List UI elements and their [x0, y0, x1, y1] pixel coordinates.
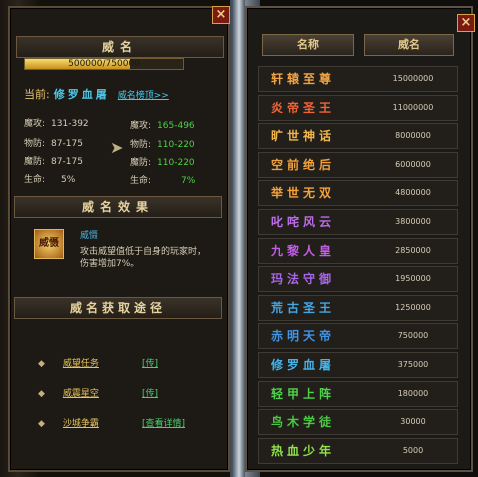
title-score: 2850000 — [395, 245, 431, 255]
title-score: 30000 — [400, 417, 426, 427]
title-score: 180000 — [397, 388, 429, 398]
route-teleport-button[interactable]: [传] — [142, 356, 158, 369]
title-name: 热血少年 — [271, 443, 336, 458]
acquire-title: 威名获取途径 — [14, 297, 222, 319]
close-icon[interactable]: × — [457, 14, 475, 32]
stat-row: 物防: 87-175 — [24, 139, 83, 149]
title-score: 11000000 — [392, 102, 434, 112]
route-link[interactable]: 沙城争霸 — [63, 419, 99, 429]
stat-row: 魔防: 87-175 — [24, 157, 83, 167]
stat-row-next: 魔攻: 165-496 — [130, 121, 195, 131]
title-row[interactable]: 鸟木学徒 30000 — [258, 409, 458, 436]
route-item: ◆ 沙城争霸 [查看详情] — [38, 416, 185, 429]
title-row[interactable]: 轩辕至尊 15000000 — [258, 66, 458, 92]
title-score: 1950000 — [395, 274, 431, 284]
title-name: 轻甲上阵 — [271, 386, 336, 401]
route-detail-button[interactable]: [查看详情] — [142, 416, 185, 429]
title-name: 旷世神话 — [271, 129, 336, 144]
route-item: ◆ 威震星空 [传] — [38, 386, 158, 399]
current-title-line: 当前: 修罗血屠 威名榜顶>> — [24, 86, 169, 102]
title-row[interactable]: 轻甲上阵 180000 — [258, 380, 458, 407]
current-title-name: 修罗血屠 — [53, 88, 110, 101]
title-row[interactable]: 荒古圣王 1250000 — [258, 294, 458, 321]
title-score: 15000000 — [392, 74, 434, 83]
title-row[interactable]: 赤明天帝 750000 — [258, 323, 458, 350]
title-name: 九黎人皇 — [271, 243, 336, 258]
title-score: 8000000 — [395, 131, 431, 141]
title-row[interactable]: 炎帝圣王 11000000 — [258, 94, 458, 121]
title-score: 750000 — [397, 331, 429, 341]
title-row[interactable]: 旷世神话 8000000 — [258, 123, 458, 150]
skill-icon[interactable]: 威慑 — [34, 229, 64, 259]
title-name: 炎帝圣王 — [271, 100, 336, 115]
stat-row-next: 生命: 7% — [130, 176, 196, 186]
progress-text: 500000/750000 — [68, 59, 140, 69]
panel-divider — [233, 0, 245, 477]
route-link[interactable]: 威望任务 — [63, 359, 99, 369]
title-name: 荒古圣王 — [271, 300, 336, 315]
title-name: 轩辕至尊 — [271, 72, 336, 86]
stat-row-next: 物防: 110-220 — [130, 140, 195, 150]
title-name: 空前绝后 — [271, 157, 336, 172]
prestige-title: 威名 — [16, 36, 224, 58]
bullet-icon: ◆ — [38, 359, 45, 369]
stat-row-next: 魔防: 110-220 — [130, 158, 195, 168]
title-name: 鸟木学徒 — [271, 415, 336, 430]
title-row[interactable]: 空前绝后 6000000 — [258, 151, 458, 178]
title-name: 举世无双 — [271, 186, 336, 201]
title-name: 修罗血屠 — [271, 358, 336, 372]
route-link[interactable]: 威震星空 — [63, 389, 99, 399]
title-score: 3800000 — [395, 217, 431, 226]
stat-row: 生命: 5% — [24, 175, 76, 185]
route-teleport-button[interactable]: [传] — [142, 386, 158, 399]
stat-row: 魔攻: 131-392 — [24, 119, 89, 129]
title-row[interactable]: 九黎人皇 2850000 — [258, 237, 458, 264]
title-row[interactable]: 玛法守御 1950000 — [258, 266, 458, 293]
title-score: 1250000 — [395, 302, 431, 312]
bullet-icon: ◆ — [38, 389, 45, 399]
close-icon[interactable]: × — [212, 6, 230, 24]
title-row[interactable]: 举世无双 4800000 — [258, 180, 458, 207]
effect-title: 威名效果 — [14, 196, 222, 218]
title-name: 叱咤风云 — [271, 215, 336, 229]
current-label: 当前: — [24, 88, 50, 101]
skill-name: 威慑 — [80, 231, 99, 241]
title-row[interactable]: 热血少年 5000 — [258, 437, 458, 464]
prestige-ranking-link[interactable]: 威名榜顶>> — [118, 91, 169, 101]
column-header-name: 名称 — [262, 34, 354, 56]
column-header-value: 威名 — [364, 34, 454, 56]
title-row[interactable]: 修罗血屠 375000 — [258, 352, 458, 378]
title-score: 375000 — [397, 360, 429, 369]
title-row[interactable]: 叱咤风云 3800000 — [258, 209, 458, 235]
route-item: ◆ 威望任务 [传] — [38, 356, 158, 369]
arrow-right-icon: ➤ — [110, 138, 124, 157]
title-name: 赤明天帝 — [271, 329, 336, 344]
title-score: 6000000 — [395, 159, 431, 169]
prestige-progress-bar: 500000/750000 — [24, 58, 184, 70]
bullet-icon: ◆ — [38, 419, 45, 429]
title-score: 4800000 — [395, 188, 431, 198]
title-score: 5000 — [402, 445, 424, 455]
skill-description: 攻击威望值低于自身的玩家时，伤害增加7%。 — [80, 247, 207, 269]
title-name: 玛法守御 — [271, 272, 336, 287]
